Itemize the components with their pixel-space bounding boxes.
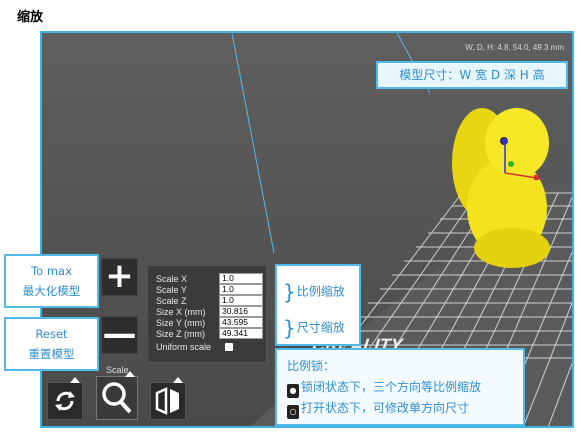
mirror-tool-button[interactable] (150, 377, 186, 420)
to-max-callout: To max 最大化模型 (4, 254, 99, 308)
rotate-tool-button[interactable] (47, 377, 83, 420)
lock-closed-icon: ● (287, 384, 299, 398)
model-size-callout: 模型尺寸：W 宽 D 深 H 高 (376, 61, 568, 89)
scale-y-input[interactable]: 1.0 (219, 284, 263, 295)
size-z-input[interactable]: 49.341 (219, 328, 263, 339)
size-z-label: Size Z (mm) (156, 328, 205, 339)
size-y-label: Size Y (mm) (156, 317, 206, 328)
scale-x-row: Scale X 1.0 (156, 273, 266, 284)
magnifier-icon (102, 382, 132, 414)
size-z-row: Size Z (mm) 49.341 (156, 328, 266, 339)
plus-icon: + (105, 256, 134, 296)
mirror-icon (155, 387, 179, 415)
size-y-input[interactable]: 43.595 (219, 317, 263, 328)
reset-callout: Reset 重置模型 (4, 317, 99, 371)
size-x-row: Size X (mm) 30.816 (156, 306, 266, 317)
scale-z-row: Scale Z 1.0 (156, 295, 266, 306)
3d-model[interactable] (452, 108, 550, 268)
size-x-label: Size X (mm) (156, 306, 206, 317)
lock-open-note: ○ 打开状态下，可修改单方向尺寸 (287, 398, 523, 419)
rotate-caret (70, 377, 80, 383)
mirror-caret (173, 377, 183, 383)
to-max-cn: 最大化模型 (22, 284, 81, 298)
scale-z-label: Scale Z (156, 295, 187, 306)
size-x-input[interactable]: 30.816 (219, 306, 263, 317)
model-dimensions: W, D, H: 4.8, 54.0, 49.3 mm (465, 43, 564, 52)
lock-explanation-callout: 比例锁： ● 锁闭状态下，三个方向等比例缩放 ○ 打开状态下，可修改单方向尺寸 (275, 348, 525, 426)
lock-closed-note: ● 锁闭状态下，三个方向等比例缩放 (287, 377, 523, 398)
scale-x-input[interactable]: 1.0 (219, 273, 263, 284)
scale-legend-callout: }比例缩放 }尺寸缩放 (275, 264, 361, 346)
proportional-scale-text: 比例缩放 (296, 284, 345, 299)
scale-x-label: Scale X (156, 273, 188, 284)
uniform-scale-row: Uniform scale (156, 341, 266, 352)
to-max-button[interactable]: + (101, 258, 138, 296)
page-title: 缩放 (17, 10, 44, 25)
reset-button[interactable]: — (101, 316, 138, 354)
reset-en: Reset (35, 327, 68, 341)
to-max-en: To max (31, 264, 72, 278)
size-scale-text: 尺寸缩放 (296, 320, 345, 335)
size-scale-note: }尺寸缩放 (283, 316, 345, 340)
minus-icon: — (102, 314, 137, 354)
lock-title: 比例锁： (287, 359, 336, 373)
proportional-scale-note: }比例缩放 (283, 280, 345, 304)
scale-caret (125, 371, 135, 377)
lock-open-icon: ○ (287, 405, 299, 419)
uniform-scale-label: Uniform scale (156, 341, 212, 352)
scale-y-label: Scale Y (156, 284, 187, 295)
scale-tool-button[interactable] (96, 371, 138, 420)
scale-z-input[interactable]: 1.0 (219, 295, 263, 306)
size-y-row: Size Y (mm) 43.595 (156, 317, 266, 328)
lock-icon[interactable] (225, 342, 234, 351)
scale-panel: Scale X 1.0 Scale Y 1.0 Scale Z 1.0 Size X … (147, 265, 267, 363)
scale-y-row: Scale Y 1.0 (156, 284, 266, 295)
reset-cn: 重置模型 (28, 347, 75, 361)
rotate-icon (55, 391, 75, 411)
